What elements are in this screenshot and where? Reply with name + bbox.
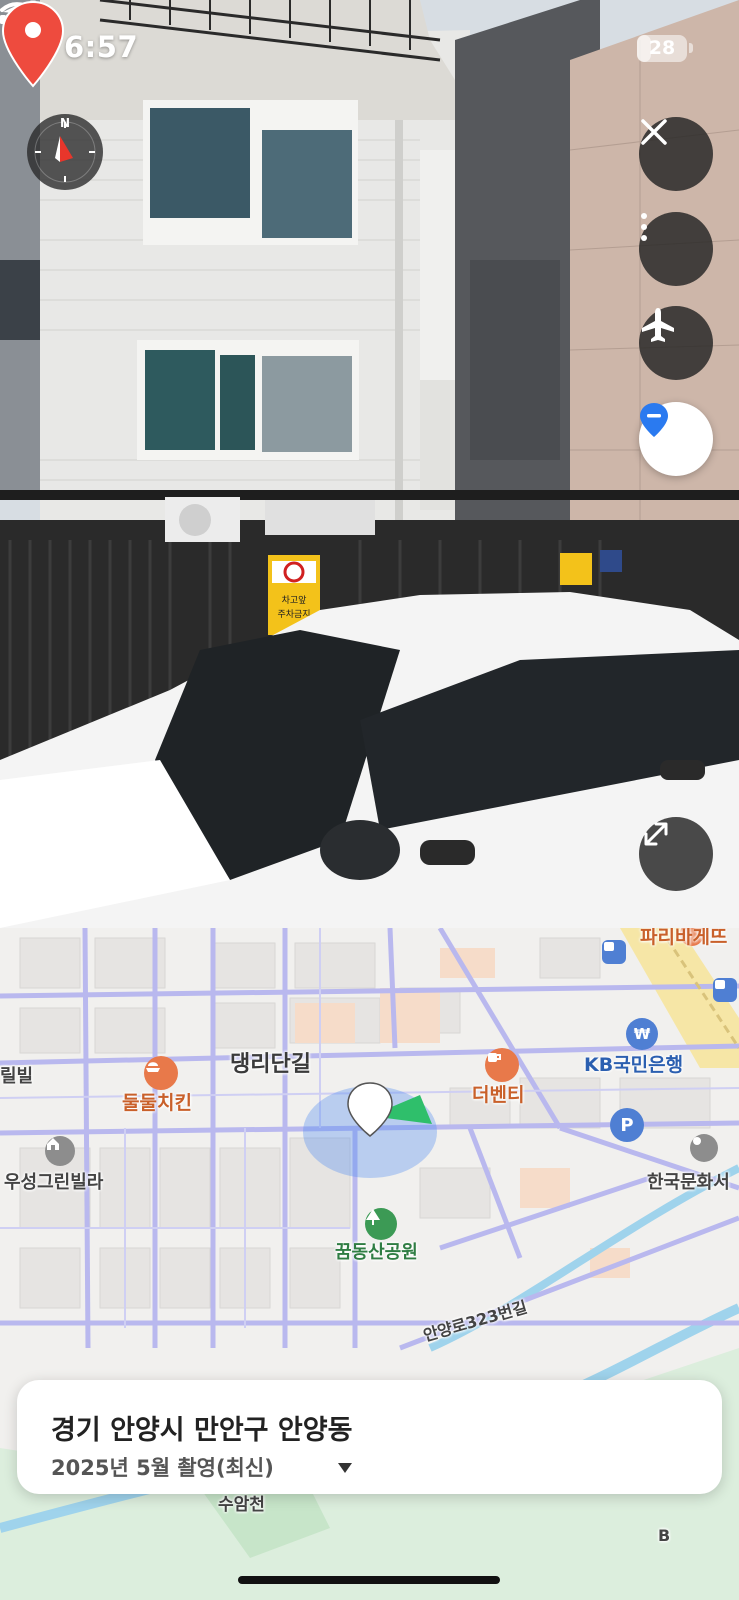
poi-label-villa-left[interactable]: 릴빌: [0, 1062, 33, 1088]
compass-needle-icon: [34, 121, 96, 183]
location-pin-icon: [640, 403, 668, 437]
map-edge-label: B: [658, 1526, 671, 1545]
poi-label-cafe[interactable]: 더벤티: [472, 1080, 524, 1107]
poi-label-park[interactable]: 꿈동산공원: [335, 1238, 418, 1264]
poi-label-culture[interactable]: 한국문화서: [647, 1168, 730, 1194]
close-button[interactable]: [639, 117, 713, 191]
streetview-location-pin-icon[interactable]: [0, 0, 66, 88]
home-indicator[interactable]: [238, 1576, 500, 1584]
battery-indicator: 28: [637, 35, 687, 62]
poi-label-villa[interactable]: 우성그린빌라: [4, 1168, 103, 1194]
close-icon: [641, 119, 667, 145]
more-vertical-icon: [641, 213, 647, 241]
fullscreen-button[interactable]: [639, 817, 713, 891]
bus-stop-icon[interactable]: [602, 940, 626, 964]
parking-icon[interactable]: P: [610, 1108, 644, 1142]
location-address: 경기 안양시 만안구 안양동: [51, 1415, 353, 1446]
park-icon[interactable]: [365, 1208, 397, 1240]
culture-icon[interactable]: [690, 1134, 718, 1162]
cafe-icon[interactable]: [485, 1048, 519, 1082]
mini-map[interactable]: ₩ P 댕리단길 둘둘치킨 더벤티 KB국민은행 파리바게뜨 우성그린빌라 릴빌…: [0, 928, 739, 1600]
more-options-button[interactable]: [639, 212, 713, 286]
expand-icon: [644, 822, 668, 846]
sign-text-1: 차고앞: [282, 594, 307, 606]
battery-percent: 28: [648, 37, 676, 59]
bank-icon[interactable]: ₩: [626, 1018, 658, 1050]
battery-cap: [689, 43, 693, 53]
map-location-button[interactable]: [639, 402, 713, 476]
residence-icon[interactable]: [45, 1136, 75, 1166]
airplane-icon: [642, 308, 674, 342]
poi-label-bakery[interactable]: 파리바게뜨: [640, 928, 727, 949]
street-view-panorama[interactable]: 차고앞 주차금지 6:57 28: [0, 0, 739, 928]
status-bar: 6:57 28: [0, 0, 739, 100]
location-info-card[interactable]: 경기 안양시 만안구 안양동 2025년 5월 촬영(최신): [17, 1380, 722, 1494]
street-label: 댕리단길: [230, 1052, 311, 1077]
capture-date-selector[interactable]: 2025년 5월 촬영(최신): [51, 1452, 274, 1482]
skyview-button[interactable]: [639, 306, 713, 380]
status-time: 6:57: [64, 30, 139, 64]
poi-label-restaurant[interactable]: 둘둘치킨: [122, 1088, 192, 1115]
poi-label-bank[interactable]: KB국민은행: [584, 1050, 683, 1077]
bus-stop-icon[interactable]: [713, 978, 737, 1002]
compass-button[interactable]: N: [27, 114, 103, 190]
chevron-down-icon[interactable]: [337, 1462, 353, 1474]
panorama-image: 차고앞 주차금지: [0, 0, 739, 928]
restaurant-icon[interactable]: [144, 1056, 178, 1090]
